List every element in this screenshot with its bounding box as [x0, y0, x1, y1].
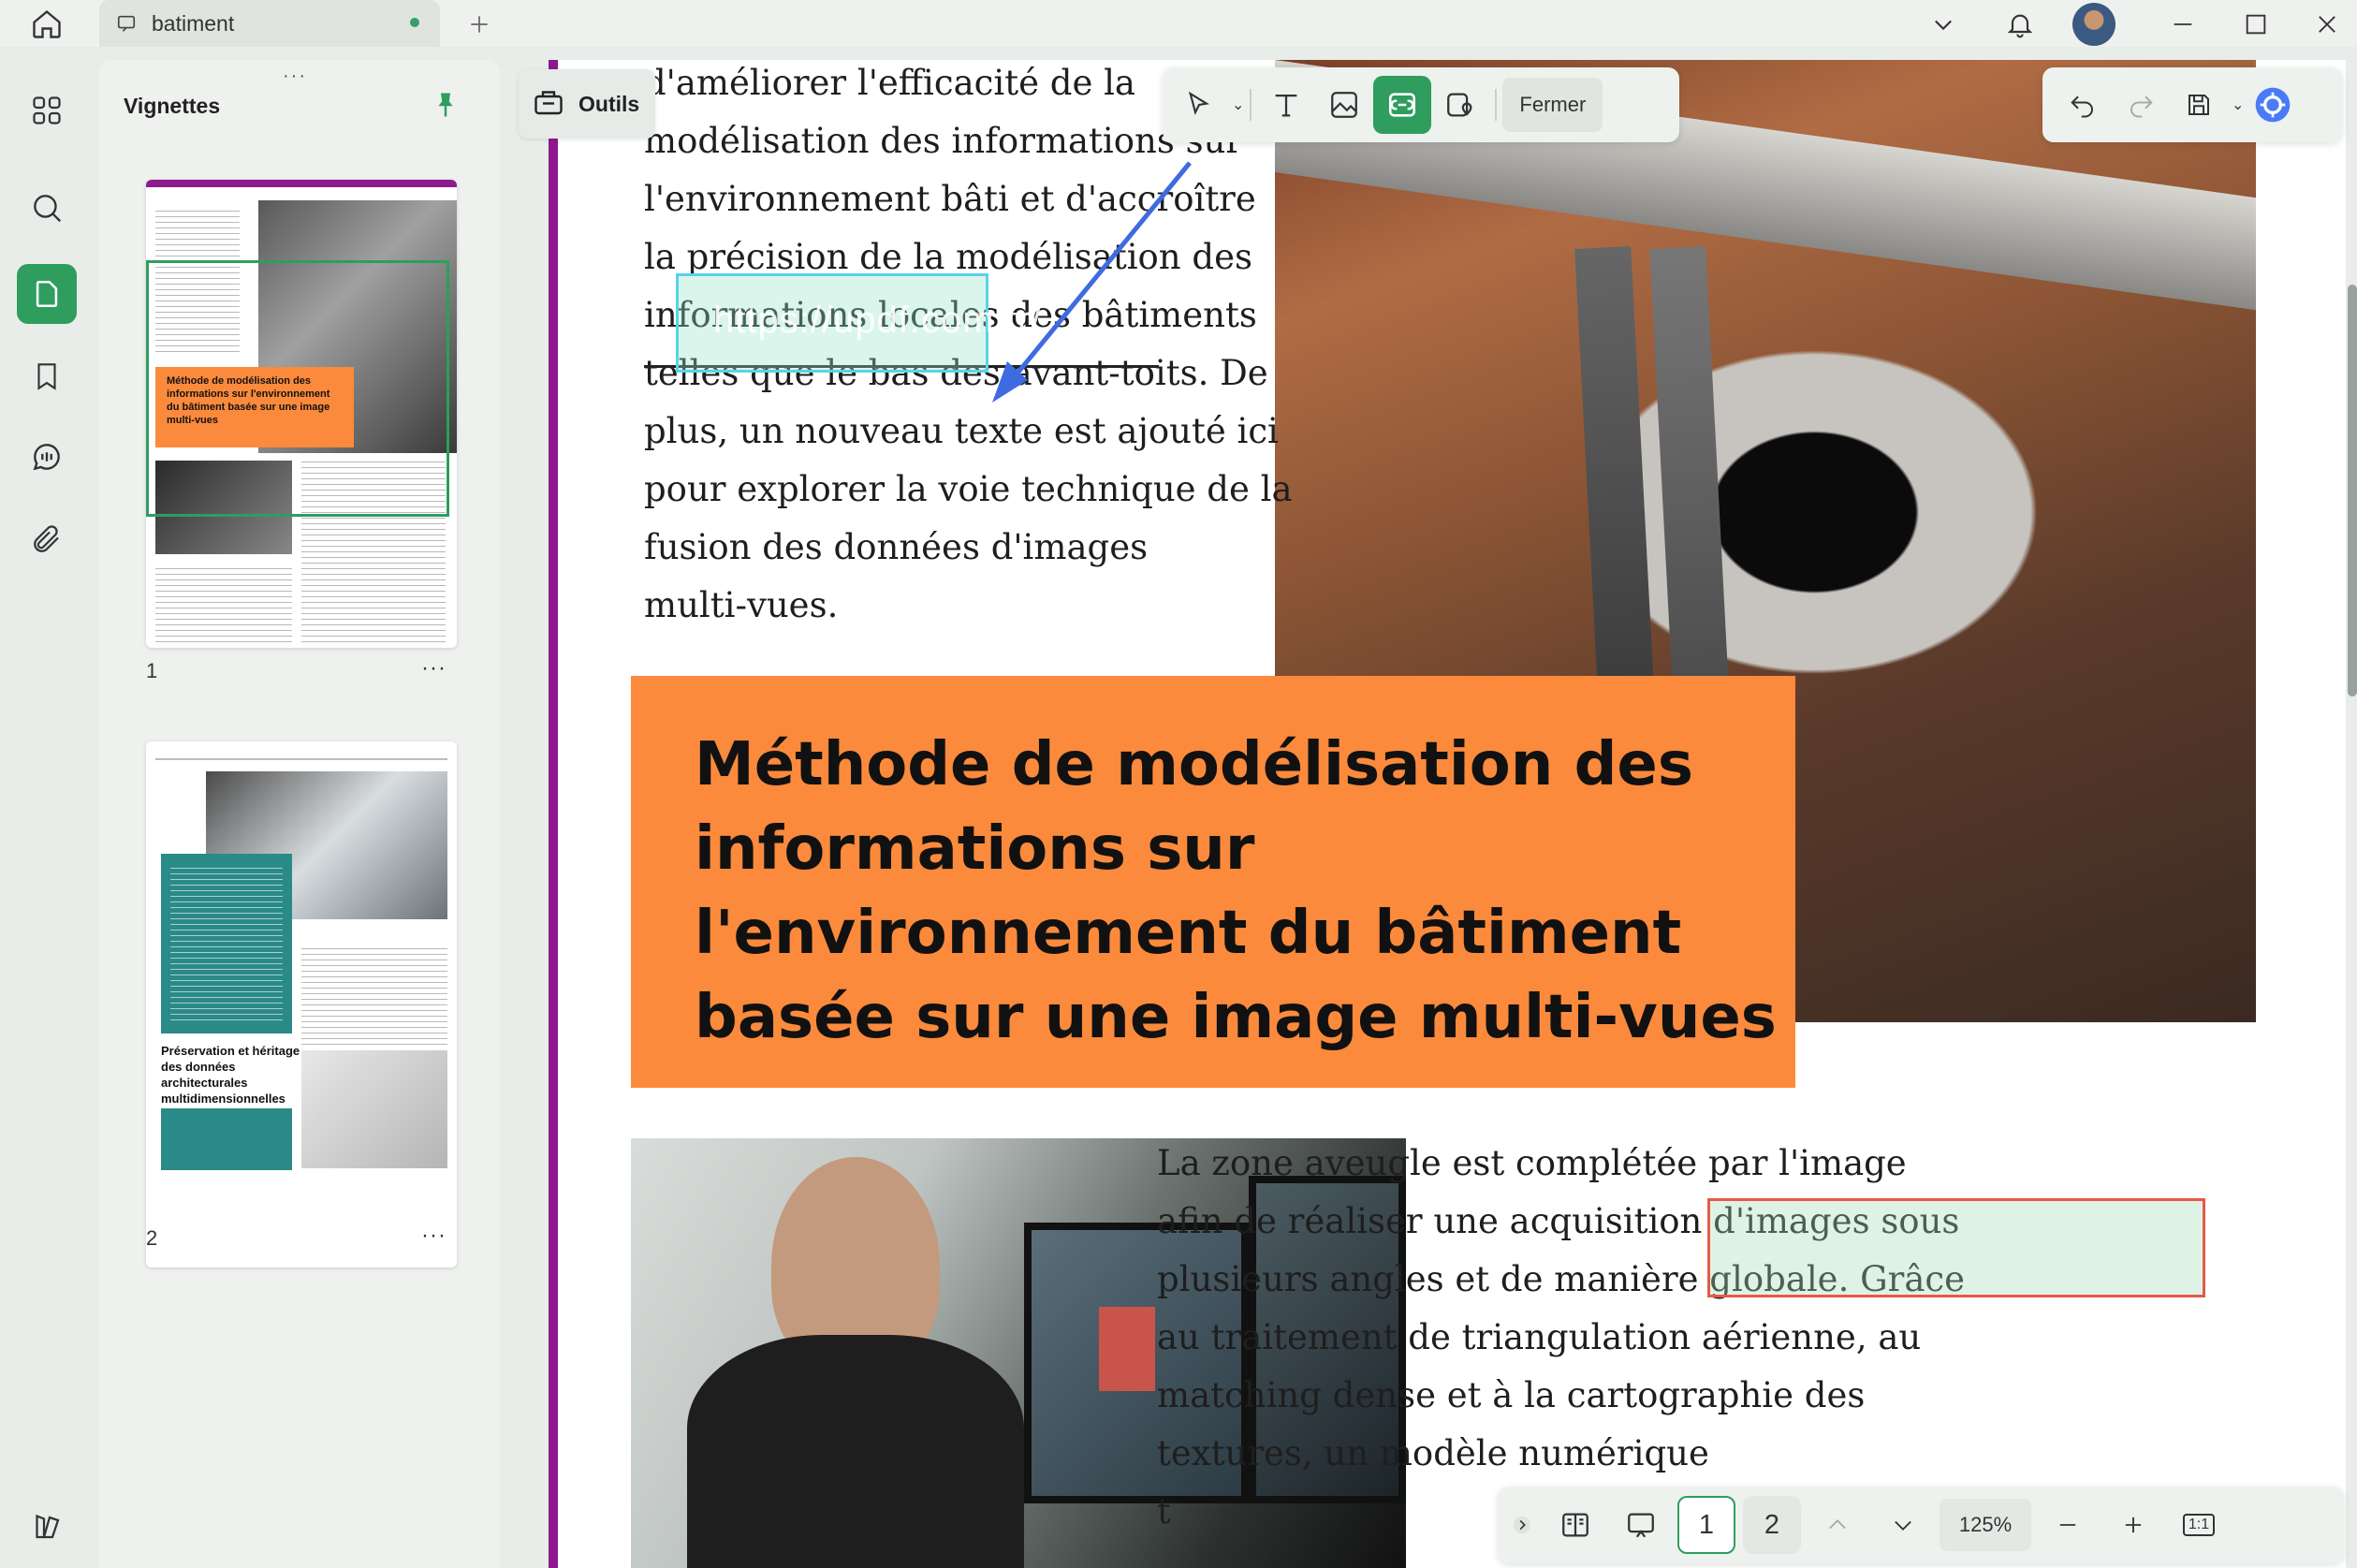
avatar[interactable] [2071, 3, 2117, 46]
heading-line: l'environnement du bâtiment [695, 899, 1682, 968]
heading-line: Méthode de modélisation des [695, 730, 1693, 799]
paragraph-line: La zone aveugle est complétée par l'imag… [1157, 1143, 1907, 1183]
thumb-page-number: 1 [146, 659, 158, 682]
zoom-out-icon[interactable] [2039, 1496, 2097, 1554]
close-tool-button[interactable]: Fermer [1502, 78, 1603, 132]
redo-icon[interactable] [2112, 76, 2170, 134]
separator [1495, 89, 1498, 121]
bookmark-icon[interactable] [17, 346, 77, 406]
tab-title: batiment [152, 10, 235, 36]
paragraph-line: plus, un nouveau texte est ajouté ici [644, 411, 1279, 451]
heading-line: informations sur [695, 814, 1255, 884]
location-link-tool[interactable] [1431, 76, 1489, 134]
paragraph-line: d'améliorer l'efficacité de la [644, 63, 1135, 103]
select-tool[interactable] [1170, 76, 1228, 134]
expand-icon[interactable] [1505, 1496, 1539, 1554]
page-navigation-bar: 1 2 125% 1:1 [1498, 1487, 2344, 1563]
search-icon[interactable] [17, 178, 77, 238]
title-bar: batiment [0, 0, 2357, 47]
panel-drag-handle[interactable]: ··· [283, 66, 307, 87]
tools-label: Outils [578, 91, 640, 116]
next-page-icon[interactable] [1874, 1496, 1932, 1554]
pdf-page: d'améliorer l'efficacité de la modélisat… [549, 60, 2346, 1568]
paragraph-line: t [1157, 1491, 1171, 1531]
chevron-down-icon[interactable] [1923, 4, 1964, 45]
section-heading-box: Méthode de modélisation des informations… [631, 676, 1795, 1088]
heading-line: basée sur une image multi-vues [695, 983, 1777, 1052]
chevron-down-icon[interactable]: ⌄ [2232, 95, 2244, 114]
thumb-more-button[interactable]: ··· [421, 1223, 447, 1249]
page-thumbnail-1[interactable]: Méthode de modélisation des informations… [146, 180, 457, 648]
new-tab-button[interactable] [461, 6, 498, 43]
presentation-icon[interactable] [1612, 1496, 1670, 1554]
document-tab[interactable]: batiment [99, 0, 440, 47]
previous-page-icon[interactable] [1808, 1496, 1867, 1554]
link-tool[interactable] [1373, 76, 1432, 134]
save-icon[interactable] [2170, 76, 2228, 134]
annotation-toolbar: ⌄ Fermer [1163, 67, 1679, 142]
page-accent-bar [549, 60, 558, 1568]
comments-icon[interactable] [17, 427, 77, 487]
thumbnails-panel: ··· Vignettes Méthode de modélisation de… [99, 60, 500, 1568]
paragraph-line: textures, un modèle numérique [1157, 1433, 1709, 1473]
section-heading: Méthode de modélisation des informations… [695, 723, 1777, 1060]
paragraph-line: pour explorer la voie technique de la [644, 469, 1293, 509]
text-tool[interactable] [1257, 76, 1315, 134]
page-thumbnail-2[interactable]: Préservation et héritage des données arc… [146, 741, 457, 1268]
separator [1250, 89, 1252, 121]
chevron-down-icon[interactable]: ⌄ [1232, 95, 1244, 114]
reading-mode-icon[interactable] [1546, 1496, 1604, 1554]
zoom-level[interactable]: 125% [1940, 1499, 2031, 1551]
thumbnails-icon[interactable] [17, 264, 77, 324]
page-button-1[interactable]: 1 [1677, 1496, 1735, 1554]
attachment-icon[interactable] [17, 509, 77, 569]
apps-grid-icon[interactable] [17, 81, 77, 140]
paragraph-line: au traitement de triangulation aérienne,… [1157, 1317, 1922, 1357]
arrow-annotation[interactable] [979, 144, 1213, 406]
zoom-in-icon[interactable] [2104, 1496, 2162, 1554]
panel-title: Vignettes [124, 94, 221, 118]
pin-icon[interactable] [429, 86, 462, 124]
toolbox-icon [532, 85, 565, 124]
layers-icon[interactable] [17, 1496, 77, 1556]
ai-assistant-icon[interactable] [2244, 76, 2302, 134]
minimize-icon[interactable] [2162, 4, 2203, 45]
document-viewport: d'améliorer l'efficacité de la modélisat… [511, 60, 2357, 1568]
history-toolbar: ⌄ [2042, 67, 2342, 142]
thumb-more-button[interactable]: ··· [421, 655, 447, 681]
actual-size-label: 1:1 [2182, 1514, 2216, 1536]
undo-icon[interactable] [2054, 76, 2112, 134]
thumb-page-number: 2 [146, 1226, 158, 1250]
note-annotation[interactable] [1707, 1198, 2205, 1297]
comment-icon [116, 11, 140, 36]
paragraph-line: matching dense et à la cartographie des [1157, 1375, 1866, 1415]
vertical-scrollbar[interactable] [2348, 285, 2357, 696]
thumb-heading: Préservation et héritage des données arc… [161, 1044, 300, 1106]
image-tool[interactable] [1315, 76, 1373, 134]
actual-size-button[interactable]: 1:1 [2170, 1496, 2228, 1554]
page-button-2[interactable]: 2 [1743, 1496, 1801, 1554]
maximize-icon[interactable] [2235, 4, 2276, 45]
paragraph-line: multi-vues. [644, 585, 839, 625]
unsaved-dot [410, 18, 419, 27]
tools-button[interactable]: Outils [519, 69, 655, 139]
home-icon[interactable] [24, 4, 69, 45]
bell-icon[interactable] [1999, 4, 2041, 45]
close-icon[interactable] [2306, 4, 2348, 45]
paragraph-line: fusion des données d'images [644, 527, 1149, 567]
left-rail [0, 60, 94, 1568]
